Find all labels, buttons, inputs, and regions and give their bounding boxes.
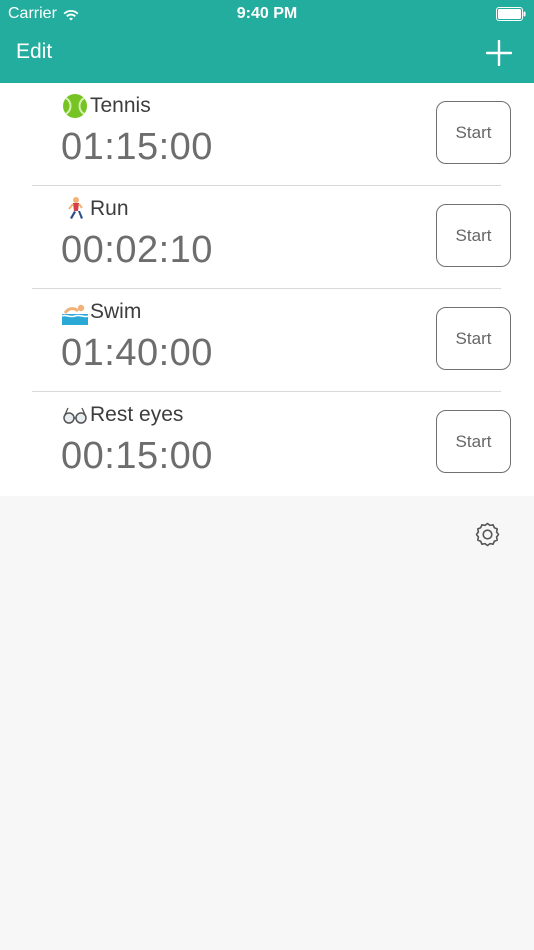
status-time: 9:40 PM xyxy=(236,5,298,22)
glasses-icon xyxy=(62,402,88,428)
battery-icon xyxy=(496,7,526,21)
start-button[interactable]: Start xyxy=(436,307,511,370)
timer-name-label: Swim xyxy=(90,300,142,323)
runner-icon xyxy=(62,196,88,222)
status-bar: Carrier 9:40 PM xyxy=(0,0,534,28)
timer-name-label: Run xyxy=(90,197,129,220)
timer-row[interactable]: Rest eyes 00:15:00 Start xyxy=(0,392,534,495)
swimmer-icon xyxy=(61,299,89,325)
timer-name: Run xyxy=(62,196,129,222)
timer-list: Tennis 01:15:00 Start Run 00:02:10 Start xyxy=(0,83,534,496)
timer-name: Tennis xyxy=(62,93,151,119)
start-button[interactable]: Start xyxy=(436,204,511,267)
timer-row[interactable]: Swim 01:40:00 Start xyxy=(0,289,534,392)
gear-icon[interactable] xyxy=(474,521,501,548)
timer-row[interactable]: Tennis 01:15:00 Start xyxy=(0,83,534,186)
timer-duration: 00:02:10 xyxy=(61,229,213,271)
start-button[interactable]: Start xyxy=(436,410,511,473)
timer-name: Rest eyes xyxy=(62,402,183,428)
timer-name-label: Tennis xyxy=(90,94,151,117)
timer-name: Swim xyxy=(61,299,142,325)
timer-row[interactable]: Run 00:02:10 Start xyxy=(0,186,534,289)
tennis-ball-icon xyxy=(62,93,88,119)
navigation-bar: Edit xyxy=(0,28,534,83)
timer-duration: 01:15:00 xyxy=(61,126,213,168)
start-button[interactable]: Start xyxy=(436,101,511,164)
timer-name-label: Rest eyes xyxy=(90,403,184,426)
app-header: Carrier 9:40 PM Edit xyxy=(0,0,534,83)
timer-duration: 00:15:00 xyxy=(61,435,213,477)
edit-button[interactable]: Edit xyxy=(16,40,52,64)
timer-duration: 01:40:00 xyxy=(61,332,213,374)
plus-icon[interactable] xyxy=(485,39,513,67)
